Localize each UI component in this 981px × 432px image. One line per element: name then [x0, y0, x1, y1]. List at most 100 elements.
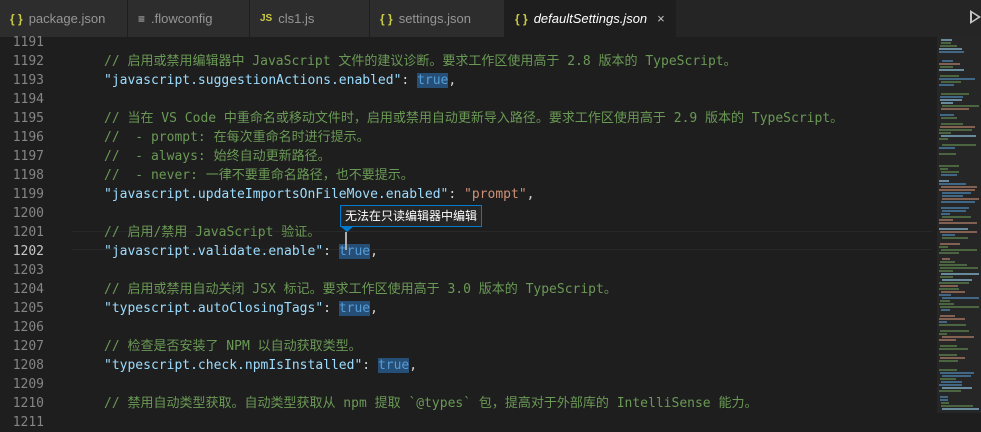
punctuation: , [370, 244, 378, 259]
minimap-line [940, 396, 948, 398]
minimap-line [940, 96, 963, 98]
minimap-line [942, 60, 953, 62]
minimap-line [939, 246, 948, 248]
code-line[interactable]: // - always: 始终自动更新路径。 [104, 147, 331, 166]
minimap-line [942, 216, 971, 218]
minimap-line [939, 369, 957, 371]
minimap-line [939, 51, 964, 53]
tab-defaultsettings-json[interactable]: { } defaultSettings.json × [505, 0, 676, 37]
minimap-line [939, 222, 977, 224]
code-line[interactable]: // 启用或禁用自动关闭 JSX 标记。要求工作区使用高于 3.0 版本的 Ty… [104, 280, 617, 299]
minimap-line [939, 264, 967, 266]
setting-value: true [338, 301, 371, 316]
setting-key: "typescript.check.npmIsInstalled" [104, 358, 363, 373]
editor[interactable]: 1191 1192 1193 1194 1195 1196 1197 1198 1199 1200… [0, 35, 981, 430]
setting-key: "javascript.updateImportsOnFileMove.enab… [104, 187, 449, 202]
tab-settings-json[interactable]: { } settings.json [370, 0, 505, 37]
line-number: 1192 [12, 54, 44, 69]
minimap-line [939, 303, 954, 305]
minimap-line [939, 219, 953, 221]
minimap-line [941, 93, 969, 95]
minimap-line [942, 408, 979, 410]
minimap-line [941, 381, 962, 383]
minimap-line [940, 168, 948, 170]
setting-value: true [417, 73, 449, 88]
minimap-line [942, 192, 971, 194]
code-line[interactable]: "javascript.validate.enable": true, [104, 242, 378, 261]
minimap-line [939, 63, 960, 65]
line-number-gutter: 1191 1192 1193 1194 1195 1196 1197 1198 1199 1200… [0, 35, 48, 430]
minimap-line [941, 171, 959, 173]
minimap-line [941, 39, 952, 41]
minimap-line [940, 45, 957, 47]
code-line[interactable]: // 启用或禁用编辑器中 JavaScript 文件的建议诊断。要求工作区使用高… [104, 52, 737, 71]
code-line[interactable]: "javascript.suggestionActions.enabled": … [104, 71, 456, 90]
tab-cls1-js[interactable]: JS cls1.js [250, 0, 370, 37]
code-comment: // 启用或禁用自动关闭 JSX 标记。要求工作区使用高于 3.0 版本的 Ty… [104, 282, 617, 297]
minimap-line [941, 102, 953, 104]
minimap-line [939, 69, 964, 71]
code-line[interactable]: // 启用/禁用 JavaScript 验证。 [104, 223, 320, 242]
line-number: 1204 [12, 282, 44, 297]
punctuation: , [370, 301, 378, 316]
minimap-line [941, 108, 969, 110]
tab-label: settings.json [398, 11, 471, 26]
punctuation: : [401, 73, 418, 88]
minimap-line [939, 84, 954, 86]
minimap-line [939, 282, 969, 284]
minimap-line [941, 291, 965, 293]
minimap-line [940, 99, 962, 101]
minimap-line [941, 213, 950, 215]
run-icon[interactable] [970, 10, 981, 24]
minimap-line [940, 372, 974, 374]
code-line[interactable]: "javascript.updateImportsOnFileMove.enab… [104, 185, 534, 204]
code-line[interactable]: // 当在 VS Code 中重命名或移动文件时，启用或禁用自动更新导入路径。要… [104, 109, 843, 128]
tab-package-json[interactable]: { } package.json [0, 0, 128, 37]
minimap-line [939, 78, 975, 80]
minimap-line [941, 273, 979, 275]
minimap-line [939, 348, 968, 350]
line-number: 1194 [12, 92, 44, 107]
minimap-line [941, 402, 949, 404]
minimap-line [942, 195, 963, 197]
code-line[interactable]: // 检查是否安装了 NPM 以自动获取类型。 [104, 337, 362, 356]
minimap-line [939, 228, 968, 230]
line-number: 1210 [12, 396, 44, 411]
minimap[interactable] [937, 37, 981, 413]
tab-bar: { } package.json ≡ .flowconfig JS cls1.js { } s… [0, 0, 981, 37]
readonly-tooltip: 无法在只读编辑器中编辑 [340, 205, 483, 227]
minimap-line [939, 288, 959, 290]
minimap-line [939, 165, 959, 167]
code-line[interactable]: // - never: 一律不要重命名路径，也不要提示。 [104, 166, 414, 185]
minimap-line [942, 279, 972, 281]
minimap-line [940, 276, 953, 278]
line-number: 1202 [12, 244, 44, 259]
minimap-line [939, 321, 947, 323]
minimap-line [940, 330, 969, 332]
code-line[interactable]: "typescript.check.npmIsInstalled": true, [104, 356, 417, 375]
minimap-line [940, 66, 953, 68]
code-comment: // 检查是否安装了 NPM 以自动获取类型。 [104, 339, 362, 354]
code-line[interactable]: // - prompt: 在每次重命名时进行提示。 [104, 128, 370, 147]
code-line[interactable]: "typescript.autoClosingTags": true, [104, 299, 378, 318]
setting-key: "javascript.suggestionActions.enabled" [104, 73, 402, 88]
line-number: 1195 [12, 111, 44, 126]
minimap-line [940, 126, 975, 128]
code-area[interactable]: // 启用或禁用编辑器中 JavaScript 文件的建议诊断。要求工作区使用高… [72, 37, 932, 413]
minimap-line [942, 258, 950, 260]
close-icon[interactable]: × [657, 11, 665, 26]
minimap-line [941, 207, 969, 209]
line-number: 1200 [12, 206, 44, 221]
line-number: 1193 [12, 73, 44, 88]
minimap-line [939, 339, 956, 341]
tab-flowconfig[interactable]: ≡ .flowconfig [128, 0, 250, 37]
minimap-line [939, 183, 966, 185]
minimap-line [941, 42, 951, 44]
line-number: 1198 [12, 168, 44, 183]
code-line[interactable]: // 禁用自动类型获取。自动类型获取从 npm 提取 `@types` 包，提高… [104, 394, 757, 413]
minimap-line [942, 297, 979, 299]
minimap-line [941, 135, 976, 137]
minimap-line [939, 153, 956, 155]
minimap-line [940, 75, 959, 77]
minimap-line [939, 147, 955, 149]
